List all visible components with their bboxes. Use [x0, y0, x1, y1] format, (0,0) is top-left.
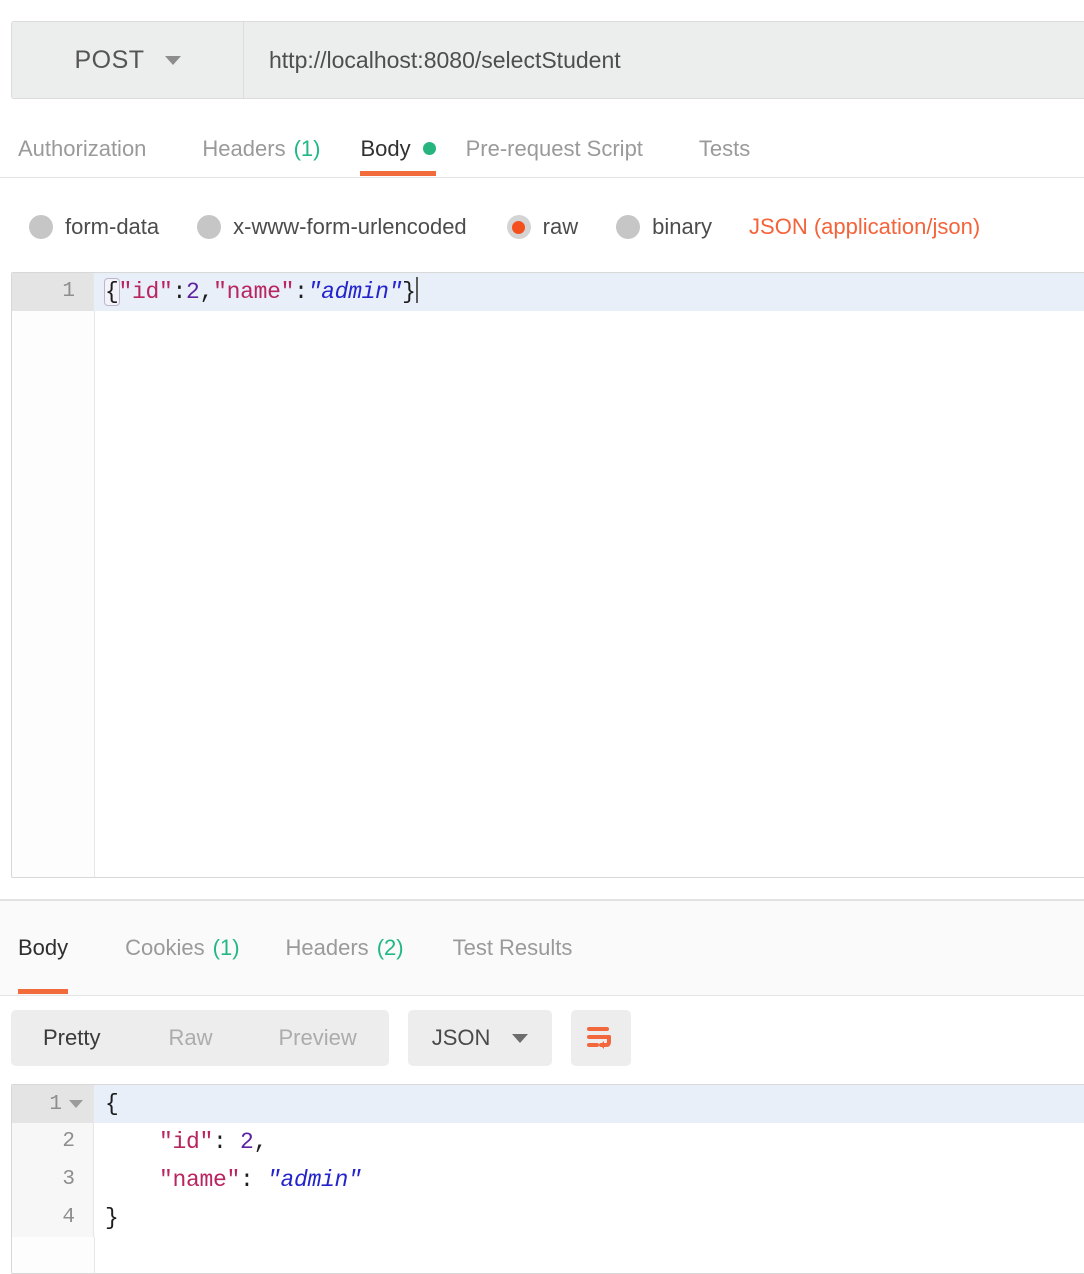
view-mode-pretty-label: Pretty — [43, 1025, 101, 1050]
request-body-code[interactable]: {"id":2,"name":"admin"} — [94, 273, 1084, 311]
request-url-bar: POST http://localhost:8080/selectStudent — [11, 21, 1084, 99]
tab-body[interactable]: Body — [360, 121, 436, 176]
http-method-select[interactable]: POST — [12, 22, 244, 98]
response-tab-body[interactable]: Body — [18, 901, 69, 994]
body-type-selector: form-data x-www-form-urlencoded raw bina… — [0, 196, 1084, 258]
request-tab-bar: Authorization Headers (1) Body Pre-reque… — [0, 121, 1084, 178]
body-type-binary[interactable]: binary — [616, 214, 712, 240]
tab-tests[interactable]: Tests — [699, 121, 750, 176]
chevron-down-icon — [164, 55, 181, 65]
response-body-viewer[interactable]: 1 { 2 "id": 2, 3 "name": "admin" 4 } — [11, 1084, 1084, 1274]
response-tab-test-results-label: Test Results — [452, 934, 573, 960]
body-type-form-data-label: form-data — [65, 214, 160, 239]
view-mode-raw-label: Raw — [168, 1025, 213, 1050]
body-modified-dot-icon — [422, 142, 436, 155]
tab-headers-label: Headers — [202, 135, 286, 161]
body-type-x-www-form-urlencoded[interactable]: x-www-form-urlencoded — [197, 214, 467, 240]
response-code-line-4: } — [105, 1205, 119, 1231]
line-number-with-fold[interactable]: 1 — [12, 1085, 94, 1123]
body-type-x-www-form-urlencoded-label: x-www-form-urlencoded — [233, 214, 467, 239]
http-method-label: POST — [74, 45, 145, 74]
text-cursor — [415, 277, 418, 303]
response-tab-cookies-label: Cookies — [125, 934, 205, 960]
code-line[interactable]: 3 "name": "admin" — [12, 1161, 1084, 1199]
line-number: 1 — [12, 273, 94, 311]
word-wrap-toggle[interactable] — [571, 1010, 632, 1066]
body-type-raw[interactable]: raw — [506, 214, 579, 240]
response-view-mode-group: Pretty Raw Preview — [11, 1010, 389, 1066]
response-code-line-1: { — [105, 1091, 119, 1117]
fold-toggle-icon[interactable] — [69, 1100, 83, 1108]
active-tab-underline — [18, 989, 69, 994]
radio-unchecked-icon — [616, 215, 641, 239]
tab-authorization[interactable]: Authorization — [18, 121, 146, 176]
view-mode-raw[interactable]: Raw — [142, 1010, 238, 1066]
tab-pre-request-script[interactable]: Pre-request Script — [466, 121, 643, 176]
tab-pre-request-script-label: Pre-request Script — [465, 135, 643, 161]
content-type-select[interactable]: JSON (application/json) — [749, 214, 980, 240]
response-tab-headers-label: Headers — [285, 934, 369, 960]
line-number: 3 — [12, 1161, 94, 1199]
view-mode-preview-label: Preview — [278, 1025, 357, 1050]
tab-body-label: Body — [360, 135, 411, 161]
line-number: 2 — [12, 1123, 94, 1161]
line-number: 4 — [12, 1199, 94, 1237]
chevron-down-icon — [512, 1033, 529, 1043]
tab-headers[interactable]: Headers (1) — [202, 121, 320, 176]
response-tab-cookies[interactable]: Cookies (1) — [125, 901, 239, 994]
tab-headers-count: (1) — [293, 135, 321, 161]
view-mode-preview[interactable]: Preview — [252, 1010, 382, 1066]
body-type-raw-label: raw — [542, 214, 579, 239]
radio-unchecked-icon — [197, 215, 222, 239]
request-url-input[interactable]: http://localhost:8080/selectStudent — [244, 22, 1084, 98]
request-body-editor[interactable]: 1 {"id":2,"name":"admin"} — [11, 272, 1084, 878]
editor-empty-area[interactable] — [12, 311, 1084, 877]
tab-authorization-label: Authorization — [18, 135, 147, 161]
response-format-select[interactable]: JSON — [407, 1010, 553, 1066]
response-tab-cookies-count: (1) — [212, 934, 240, 960]
code-line[interactable]: 1 { — [12, 1085, 1084, 1123]
gutter-filler — [12, 311, 95, 877]
response-format-label: JSON — [431, 1025, 491, 1050]
response-code-line-3: "name": "admin" — [159, 1167, 362, 1193]
radio-unchecked-icon — [29, 215, 53, 239]
tab-tests-label: Tests — [698, 135, 751, 161]
radio-checked-icon — [506, 215, 531, 239]
word-wrap-icon — [587, 1027, 612, 1049]
response-tab-headers[interactable]: Headers (2) — [286, 901, 404, 994]
response-view-toolbar: Pretty Raw Preview JSON — [0, 996, 1084, 1080]
view-mode-pretty[interactable]: Pretty — [17, 1010, 126, 1066]
code-line[interactable]: 4 } — [12, 1199, 1084, 1237]
response-tab-test-results[interactable]: Test Results — [453, 901, 573, 994]
response-code-line-2: "id": 2, — [159, 1129, 268, 1155]
response-tab-headers-count: (2) — [376, 934, 404, 960]
active-tab-underline — [360, 171, 436, 176]
body-type-form-data[interactable]: form-data — [29, 214, 159, 240]
code-line[interactable]: 1 {"id":2,"name":"admin"} — [12, 273, 1084, 311]
body-type-binary-label: binary — [652, 214, 713, 239]
editor-blank-space[interactable] — [95, 311, 1084, 877]
response-tab-body-label: Body — [18, 934, 69, 960]
response-tab-bar: Body Cookies (1) Headers (2) Test Result… — [0, 901, 1084, 996]
code-line[interactable]: 2 "id": 2, — [12, 1123, 1084, 1161]
line-number: 1 — [49, 1092, 62, 1116]
